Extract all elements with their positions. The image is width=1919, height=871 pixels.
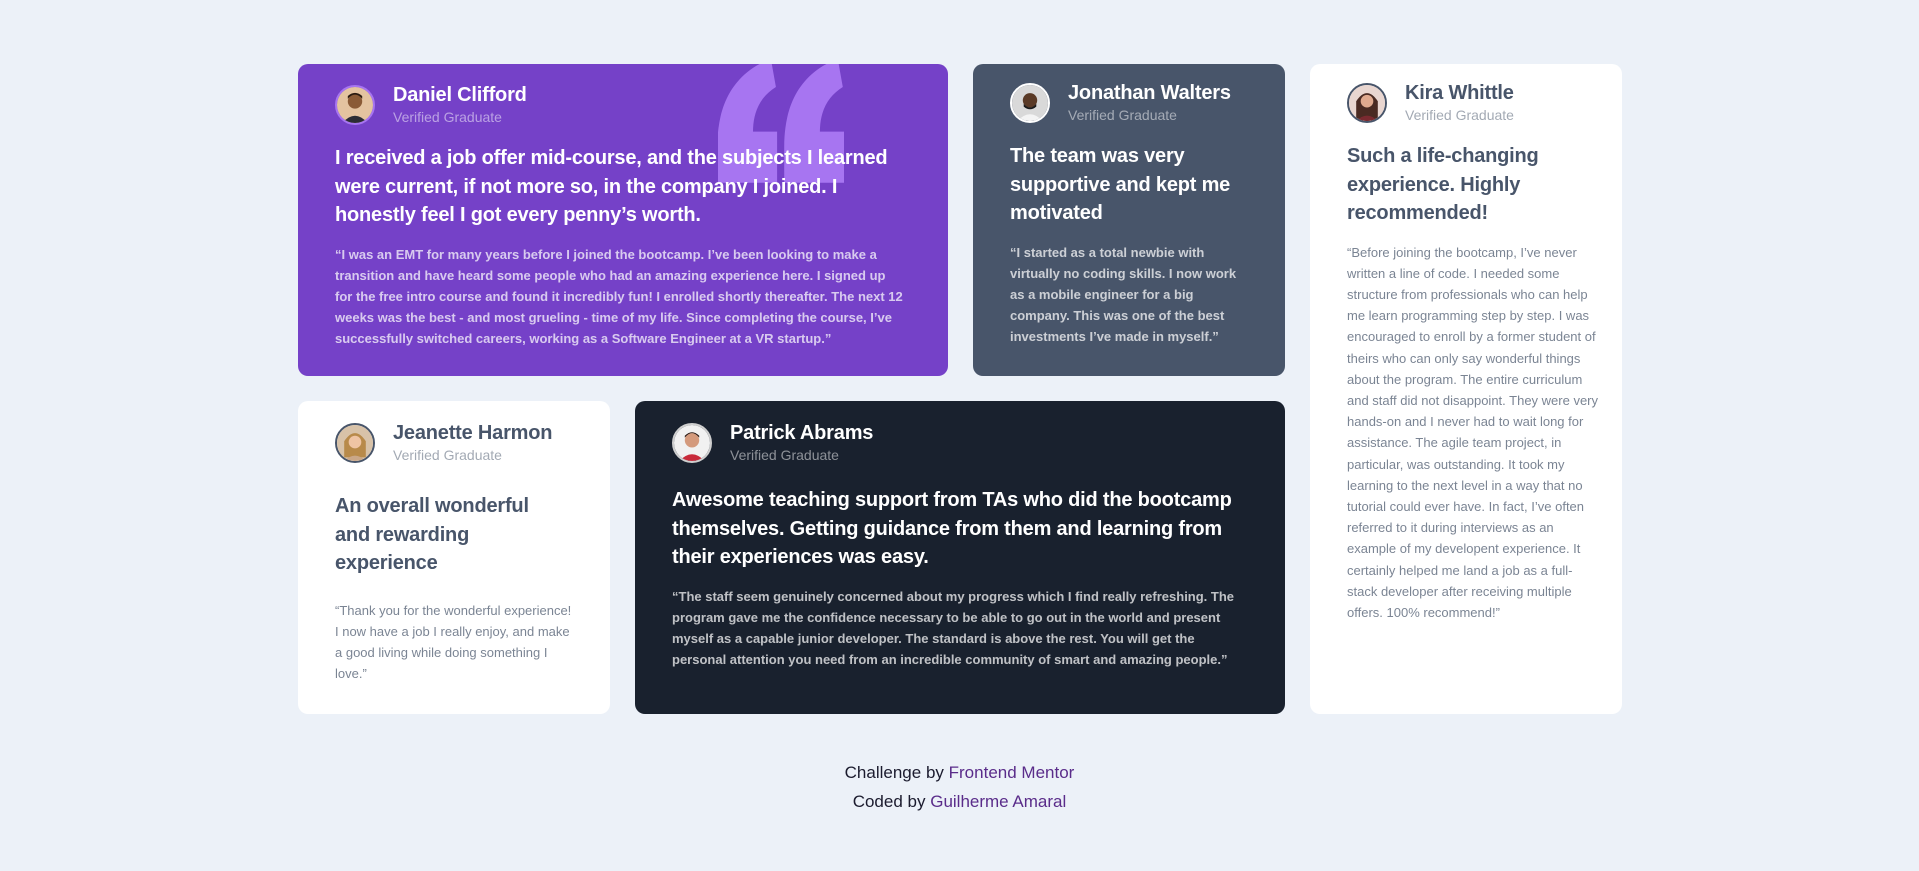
author-role: Verified Graduate	[1068, 107, 1177, 123]
avatar	[672, 422, 712, 463]
challenge-line: Challenge by Frontend Mentor	[0, 762, 1919, 784]
testimonial-card-patrick: Patrick Abrams Verified Graduate Awesome…	[635, 401, 1285, 714]
avatar	[1010, 82, 1050, 123]
author-role: Verified Graduate	[730, 447, 839, 463]
author: Jeanette Harmon Verified Graduate	[335, 421, 573, 464]
testimonial-quote: “The staff seem genuinely concerned abou…	[672, 588, 1235, 668]
attribution-footer: Challenge by Frontend Mentor Coded by Gu…	[0, 762, 1919, 813]
testimonial-headline: The team was very supportive and kept me…	[1010, 145, 1231, 224]
author-role: Verified Graduate	[393, 109, 502, 125]
testimonial-card-jonathan: Jonathan Walters Verified Graduate The t…	[973, 64, 1285, 376]
coded-prefix: Coded by	[852, 792, 926, 811]
author: Patrick Abrams Verified Graduate	[672, 421, 1248, 464]
author-name: Patrick Abrams	[730, 422, 874, 444]
testimonial-headline: An overall wonderful and rewarding exper…	[335, 495, 529, 574]
author-name: Jonathan Walters	[1068, 82, 1231, 104]
challenge-prefix: Challenge by	[844, 763, 944, 782]
author: Jonathan Walters Verified Graduate	[1010, 81, 1248, 124]
testimonial-headline: Such a life-changing experience. Highly …	[1347, 145, 1539, 224]
author: Kira Whittle Verified Graduate	[1347, 81, 1585, 124]
author: Daniel Clifford Verified Graduate	[335, 83, 911, 126]
testimonial-card-daniel: Daniel Clifford Verified Graduate I rece…	[298, 64, 948, 376]
testimonial-quote: “Thank you for the wonderful experience!…	[335, 602, 572, 682]
avatar	[335, 84, 375, 125]
avatar	[1347, 82, 1387, 123]
testimonial-quote: “I was an EMT for many years before I jo…	[335, 246, 903, 347]
testimonial-card-kira: Kira Whittle Verified Graduate Such a li…	[1310, 64, 1622, 714]
avatar	[335, 422, 375, 463]
author-role: Verified Graduate	[393, 447, 502, 463]
testimonial-quote: “I started as a total newbie with virtua…	[1010, 244, 1237, 345]
author-name: Daniel Clifford	[393, 84, 527, 106]
testimonial-card-jeanette: Jeanette Harmon Verified Graduate An ove…	[298, 401, 610, 714]
author-name: Jeanette Harmon	[393, 422, 553, 444]
testimonial-headline: Awesome teaching support from TAs who di…	[672, 489, 1232, 568]
testimonial-quote: “Before joining the bootcamp, I’ve never…	[1347, 244, 1599, 620]
frontend-mentor-link[interactable]: Frontend Mentor	[949, 763, 1075, 782]
testimonial-headline: I received a job offer mid-course, and t…	[335, 147, 888, 226]
author-role: Verified Graduate	[1405, 107, 1514, 123]
author-name: Kira Whittle	[1405, 82, 1514, 104]
coded-line: Coded by Guilherme Amaral	[0, 791, 1919, 813]
author-link[interactable]: Guilherme Amaral	[930, 792, 1066, 811]
